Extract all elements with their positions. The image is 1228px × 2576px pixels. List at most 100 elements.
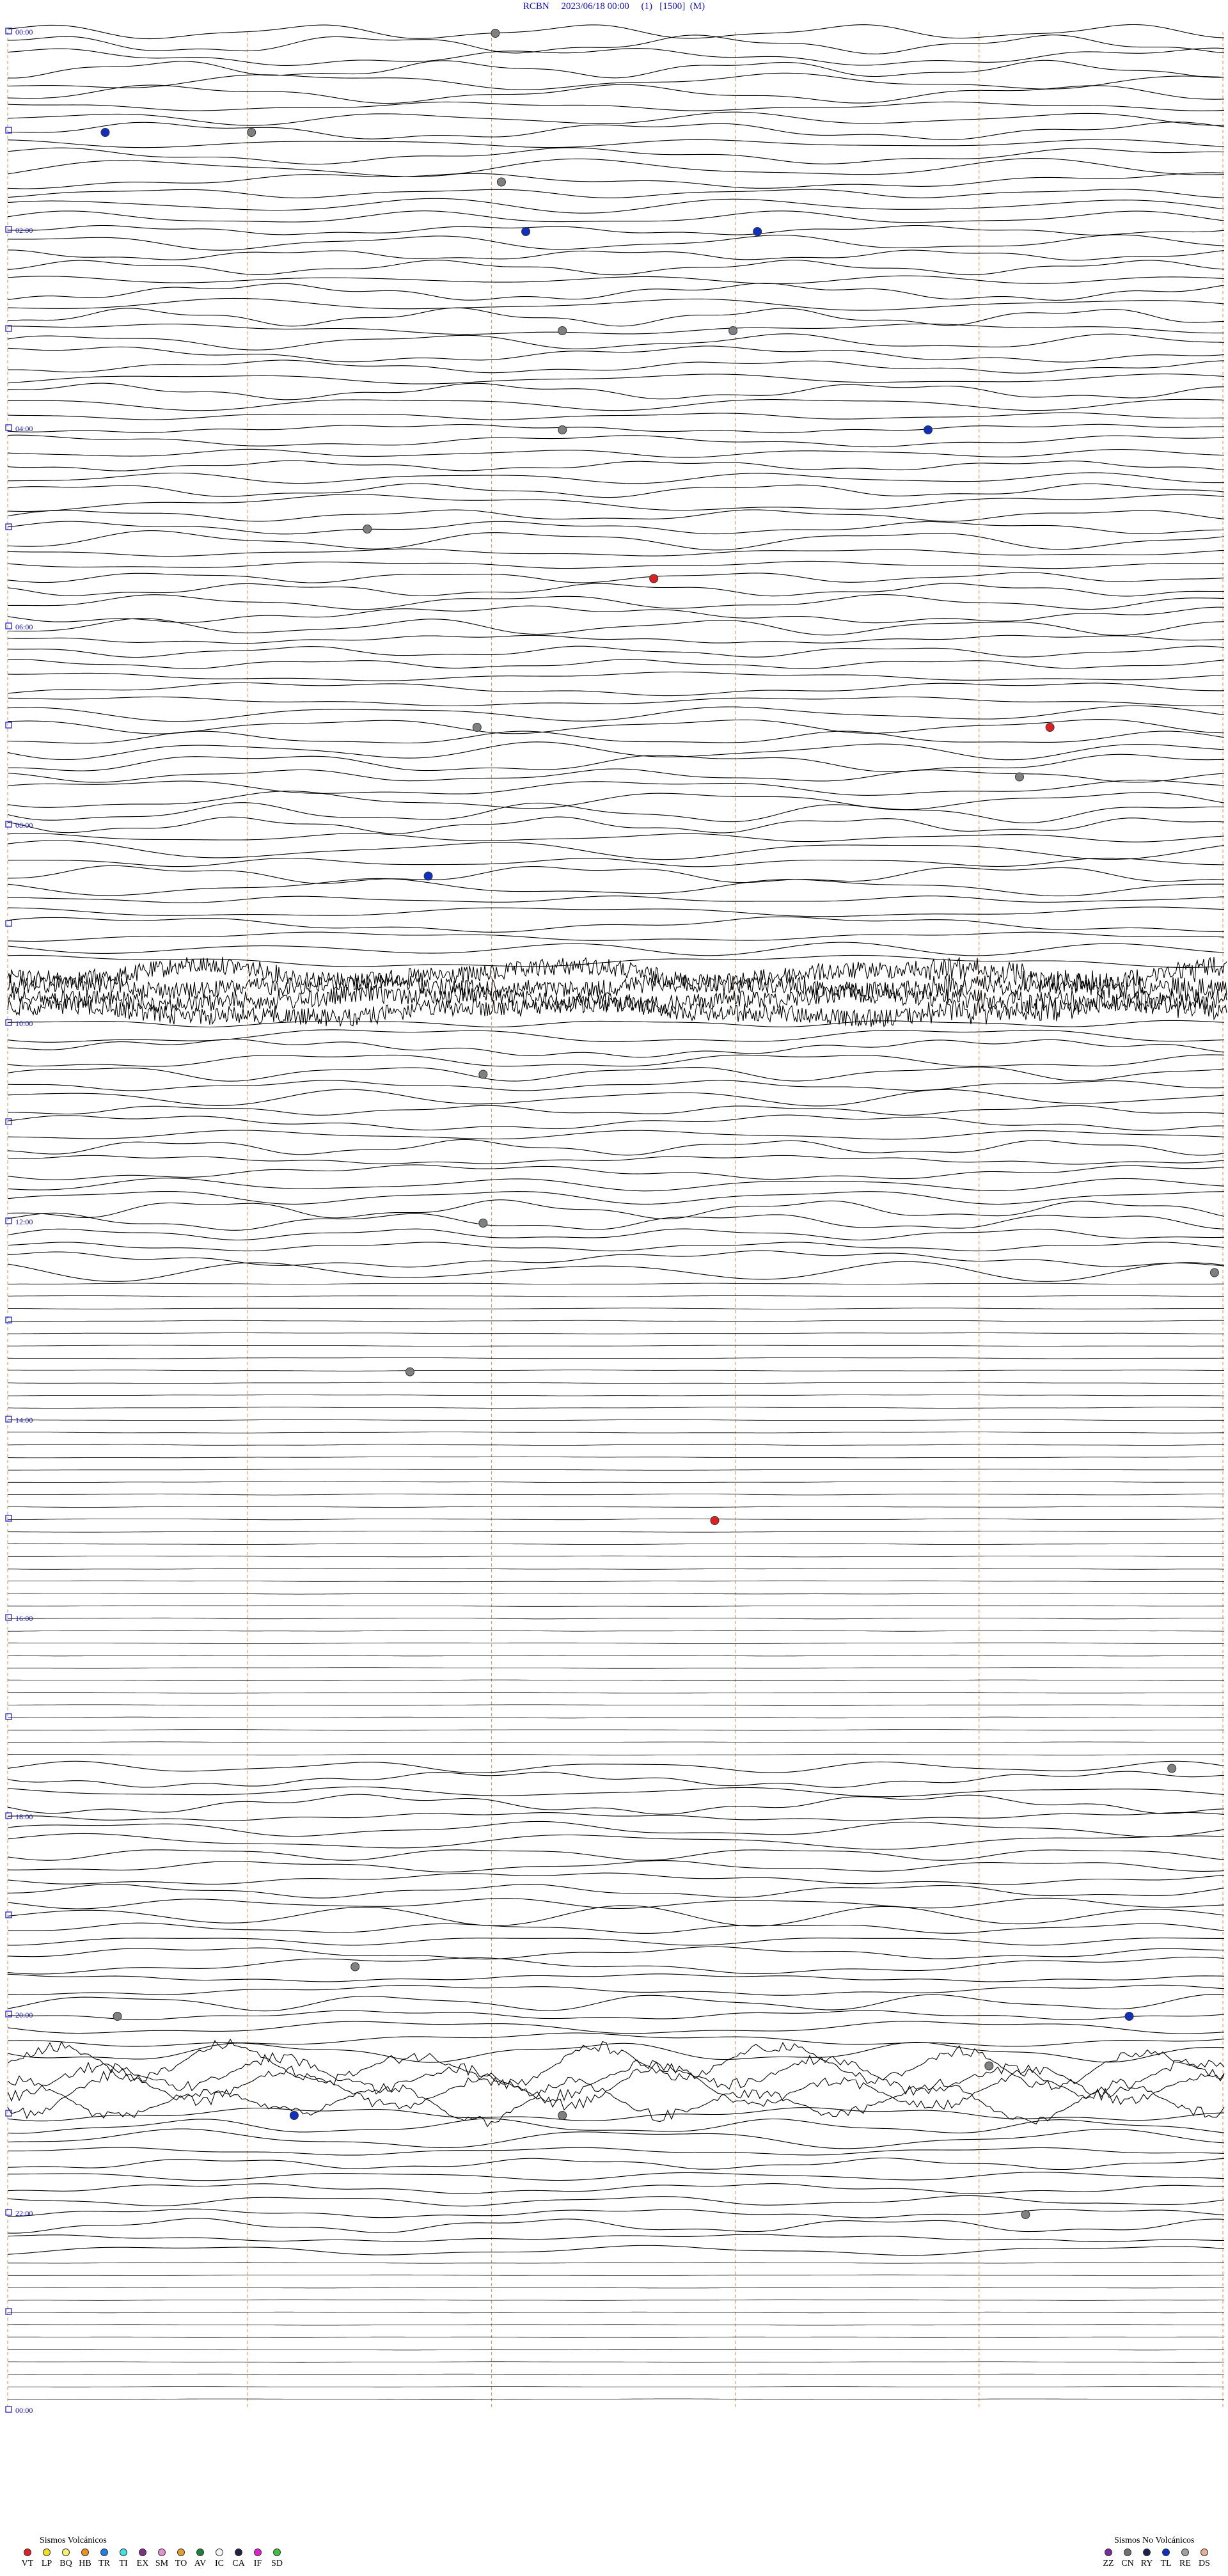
hour-marker-box xyxy=(5,1118,12,1125)
trace-line xyxy=(8,1922,1225,1934)
trace-line xyxy=(7,705,1225,722)
trace-line xyxy=(7,731,1225,744)
legend-item: LP xyxy=(37,2548,56,2569)
trace-line xyxy=(7,1506,1224,1508)
legend-code: RY xyxy=(1140,2559,1153,2568)
trace-line xyxy=(7,2032,1225,2047)
event-marker[interactable] xyxy=(728,326,738,335)
event-marker[interactable] xyxy=(924,425,933,434)
event-marker[interactable] xyxy=(1021,2210,1030,2219)
trace-line xyxy=(7,548,1225,557)
trace-line xyxy=(7,984,1227,1015)
legend-item: TR xyxy=(95,2548,114,2569)
event-marker[interactable] xyxy=(753,227,762,236)
trace-line xyxy=(7,1531,1224,1533)
trace-line xyxy=(7,1812,1225,1822)
event-marker[interactable] xyxy=(363,525,372,533)
trace-line xyxy=(8,645,1225,658)
legend-code: SD xyxy=(271,2559,283,2568)
trace-line xyxy=(7,139,1225,148)
legend-item: TL xyxy=(1156,2548,1176,2569)
legend-item: RY xyxy=(1137,2548,1156,2569)
legend-code: TI xyxy=(119,2559,128,2568)
event-marker[interactable] xyxy=(405,1367,414,1377)
trace-line xyxy=(8,1469,1224,1471)
legend-dot xyxy=(196,2548,204,2556)
trace-line xyxy=(8,1593,1224,1595)
trace-line xyxy=(7,1407,1224,1409)
hour-marker-box xyxy=(5,226,12,233)
trace-line xyxy=(8,35,1225,54)
trace-line xyxy=(7,1716,1225,1719)
event-marker[interactable] xyxy=(1014,772,1024,782)
trace-line xyxy=(7,59,1225,79)
event-marker[interactable] xyxy=(247,128,256,137)
event-marker[interactable] xyxy=(491,29,500,38)
trace-line xyxy=(7,1105,1225,1116)
event-marker[interactable] xyxy=(350,1962,360,1972)
trace-line xyxy=(7,2234,1225,2243)
legend-item: CA xyxy=(229,2548,248,2569)
trace-line xyxy=(7,2183,1224,2194)
trace-line xyxy=(7,283,1225,301)
trace-line xyxy=(7,878,1224,897)
trace-line xyxy=(8,1419,1224,1421)
trace-line xyxy=(7,249,1225,261)
hour-marker-box xyxy=(5,722,12,729)
trace-line xyxy=(8,1432,1224,1434)
trace-line xyxy=(7,942,1225,956)
event-marker[interactable] xyxy=(478,1219,488,1228)
event-marker[interactable] xyxy=(496,177,506,187)
event-marker[interactable] xyxy=(558,2111,567,2120)
trace-line xyxy=(7,111,1225,126)
event-marker[interactable] xyxy=(1124,2012,1134,2021)
trace-line xyxy=(7,1178,1225,1192)
trace-line xyxy=(7,1654,1225,1657)
hour-marker-box xyxy=(5,1614,12,1621)
trace-line xyxy=(7,1191,1224,1205)
trace-line xyxy=(7,2245,1225,2256)
trace-line xyxy=(8,225,1225,235)
event-marker[interactable] xyxy=(521,227,531,236)
event-marker[interactable] xyxy=(1209,1268,1219,1277)
legend-dot xyxy=(1162,2548,1170,2556)
trace-line xyxy=(8,1543,1225,1545)
trace-line xyxy=(7,434,1225,448)
event-marker[interactable] xyxy=(1045,723,1055,732)
hour-marker-box xyxy=(5,1812,12,1819)
trace-line xyxy=(8,1295,1225,1297)
event-marker[interactable] xyxy=(649,574,659,583)
legend-item: IF xyxy=(248,2548,267,2569)
legend-code: IC xyxy=(215,2559,224,2568)
time-label: 20:00 xyxy=(15,2011,33,2019)
event-marker[interactable] xyxy=(1167,1764,1177,1773)
trace-line xyxy=(7,307,1225,327)
trace-line xyxy=(7,1860,1225,1872)
trace-line xyxy=(7,2118,1225,2134)
legend-item: BQ xyxy=(56,2548,75,2569)
legend-item: TO xyxy=(171,2548,191,2569)
legend-code: RE xyxy=(1179,2559,1191,2568)
event-marker[interactable] xyxy=(710,1516,720,1525)
event-marker[interactable] xyxy=(984,2061,994,2071)
legend-item: RE xyxy=(1176,2548,1195,2569)
trace-line xyxy=(7,157,1225,177)
trace-line xyxy=(8,234,1225,251)
event-marker[interactable] xyxy=(558,326,567,335)
event-marker[interactable] xyxy=(423,871,433,881)
trace-line xyxy=(7,1946,1224,1960)
hour-marker-box xyxy=(5,424,12,431)
trace-line xyxy=(7,1760,1225,1773)
event-marker[interactable] xyxy=(478,1070,488,1079)
event-marker[interactable] xyxy=(558,425,567,434)
trace-line xyxy=(8,2373,1224,2375)
event-marker[interactable] xyxy=(289,2111,299,2120)
trace-line xyxy=(7,741,1225,761)
event-marker[interactable] xyxy=(472,723,482,732)
hour-marker-box xyxy=(5,325,12,332)
event-marker[interactable] xyxy=(113,2012,122,2021)
event-marker[interactable] xyxy=(100,128,110,137)
trace-line xyxy=(7,1164,1225,1180)
trace-line xyxy=(7,47,1225,66)
trace-line xyxy=(7,572,1225,583)
